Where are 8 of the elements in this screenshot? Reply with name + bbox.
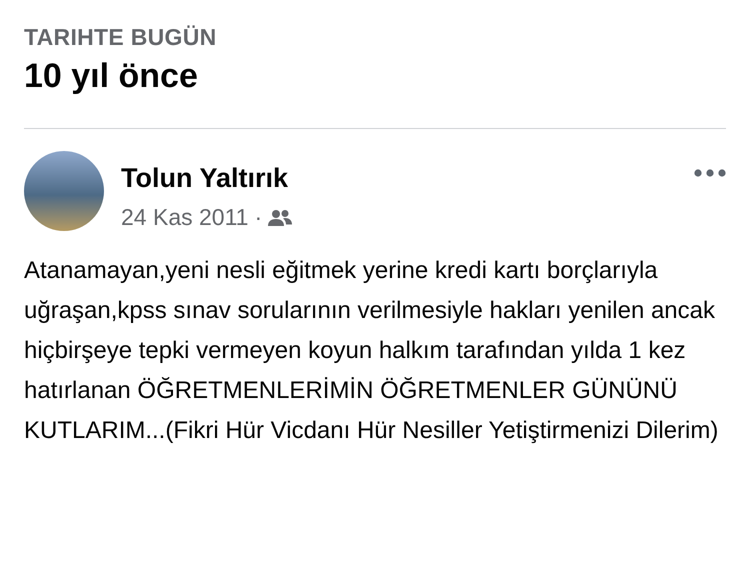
friends-icon <box>268 208 292 226</box>
post-text: Atanamayan,yeni nesli eğitmek yerine kredi kartı borçlarıyla uğraşan,kpss sınav sorularının verilmesiyle hakları yenilen ancak hiçbirşeye tepki vermeyen koyun halkım tarafından yılda 1 kez hatırlanan ÖĞRETMENLERİMİN ÖĞRETMENLER GÜNÜNÜ KUTLARIM...(Fikri Hür Vicdanı Hür Nesiller Yetiştirmenizi Dilerim) <box>24 256 720 446</box>
section-label: TARIHTE BUGÜN <box>24 24 218 51</box>
memory-title: 10 yıl önce <box>24 57 199 96</box>
author-name[interactable]: Tolun Yaltırık <box>121 163 694 194</box>
more-options-icon[interactable] <box>694 169 726 177</box>
separator-dot: · <box>254 204 262 231</box>
post-date[interactable]: 24 Kas 2011 <box>121 204 248 231</box>
